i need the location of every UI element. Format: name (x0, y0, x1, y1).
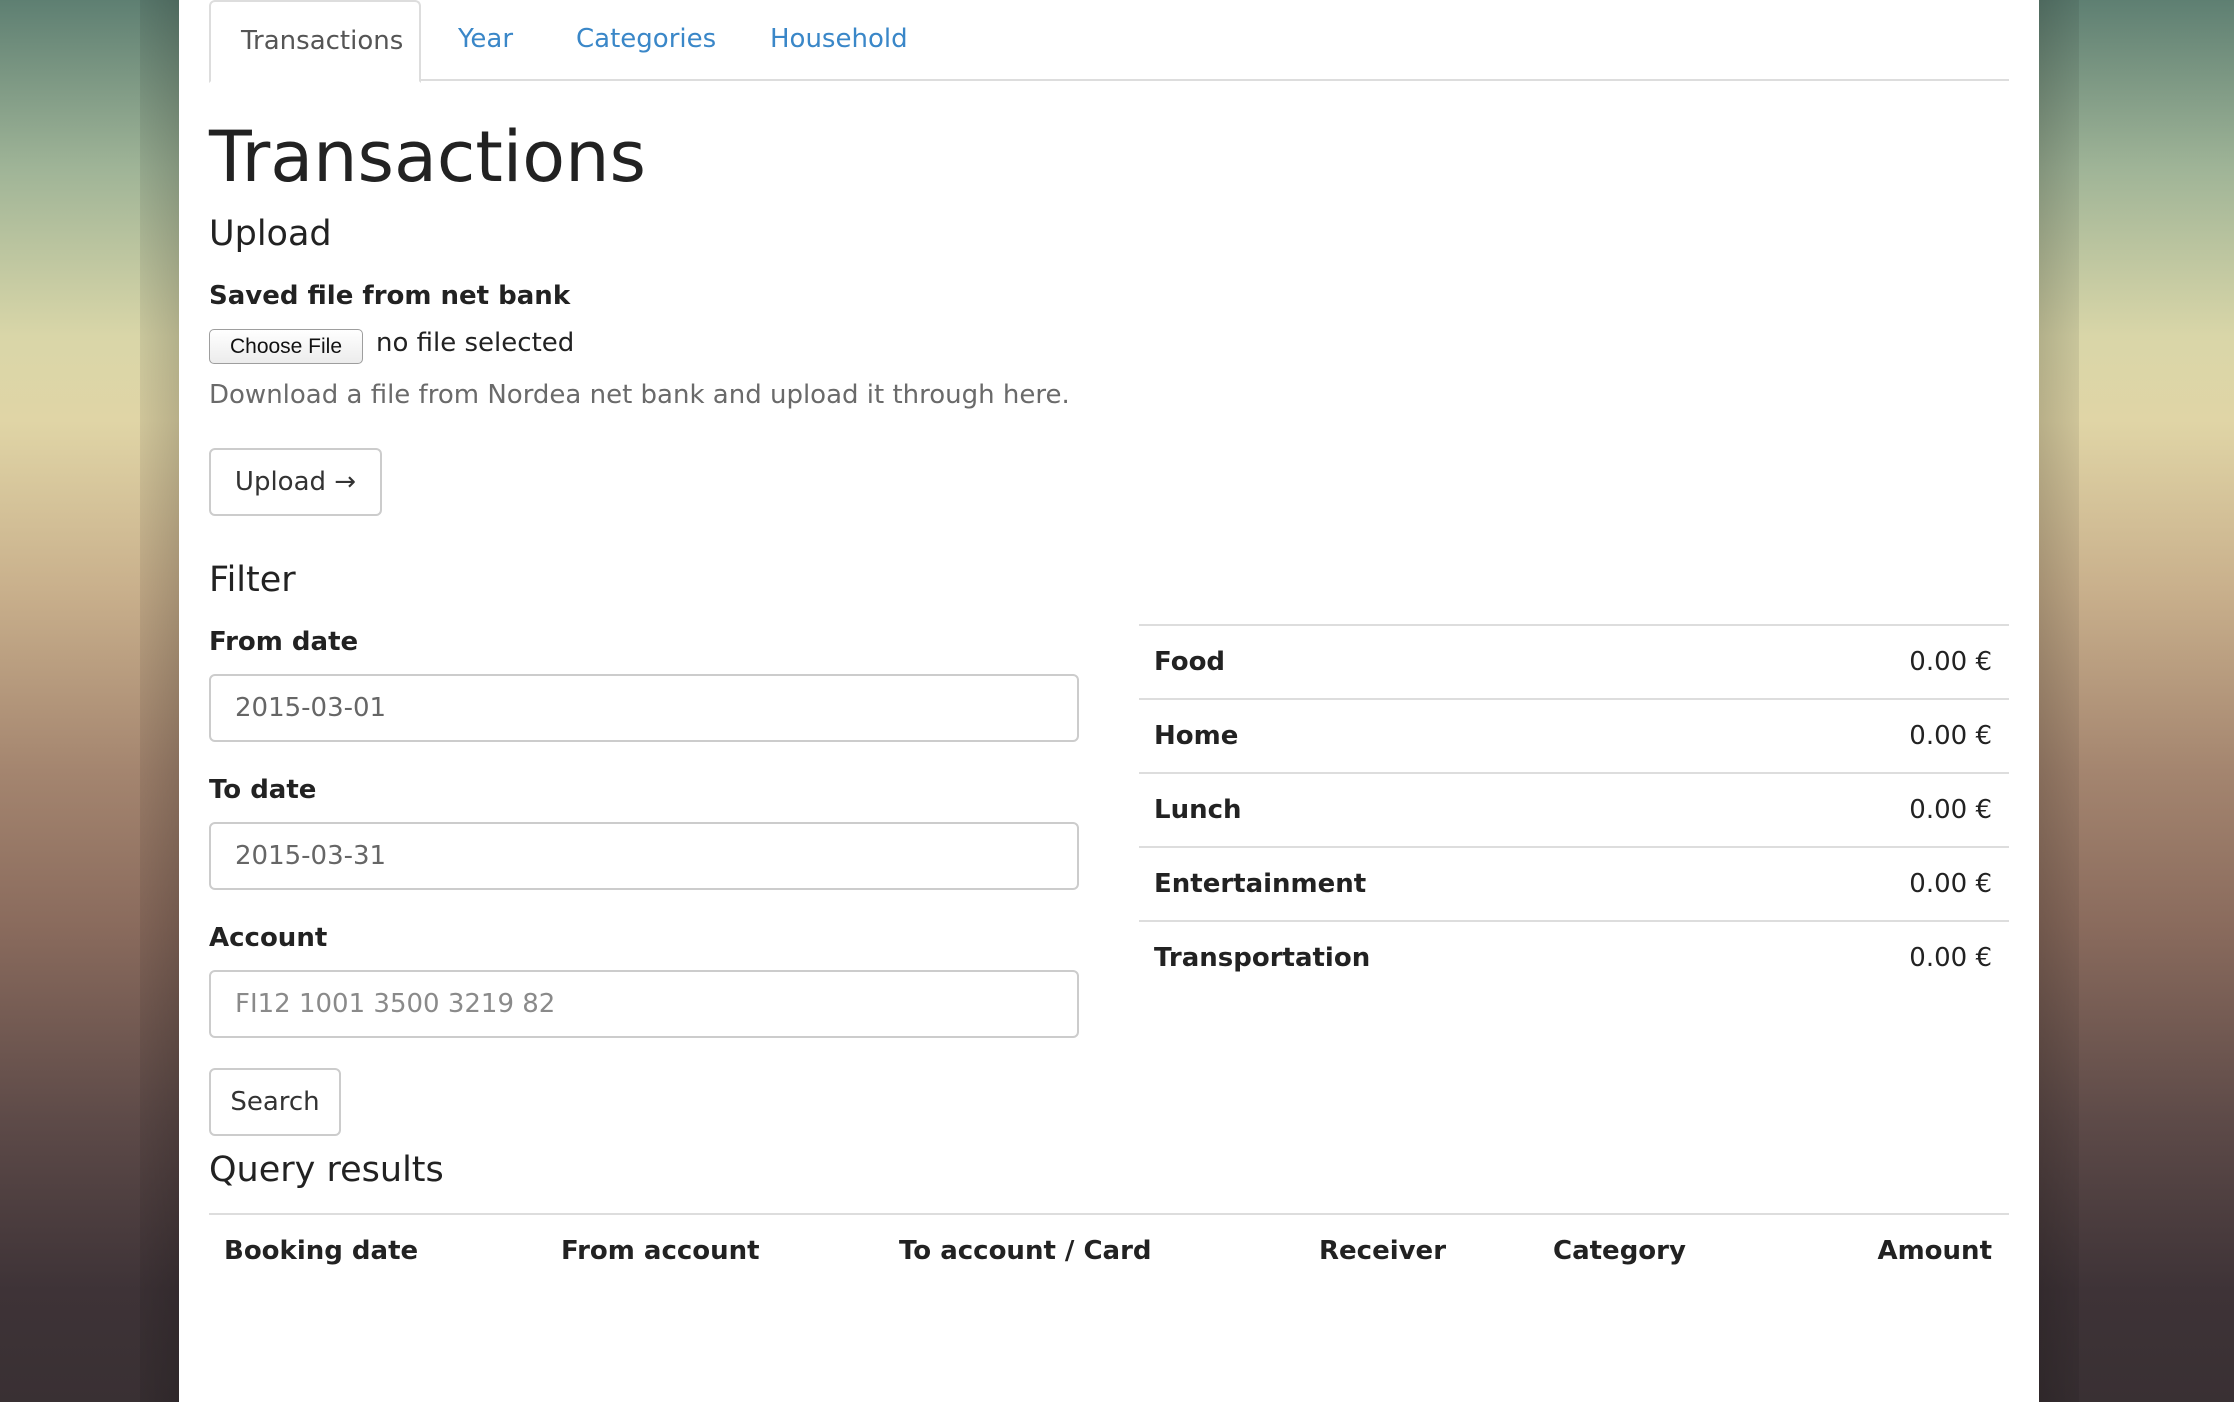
main-container: Transactions Year Categories Household T… (179, 0, 2039, 1402)
category-row: Transportation 0.00 € (1139, 920, 2009, 994)
column-category[interactable]: Category (1553, 1215, 1686, 1287)
upload-button[interactable]: Upload → (209, 448, 382, 516)
upload-heading: Upload (209, 214, 332, 254)
page-title: Transactions (209, 116, 646, 198)
file-label: Saved file from net bank (209, 281, 571, 311)
upload-help-text: Download a file from Nordea net bank and… (209, 380, 1070, 410)
filter-heading: Filter (209, 560, 296, 600)
category-row: Home 0.00 € (1139, 698, 2009, 772)
nav-tabs: Transactions Year Categories Household (209, 0, 2009, 83)
file-status: no file selected (376, 328, 575, 358)
category-amount: 0.00 € (1909, 795, 1992, 825)
tab-year[interactable]: Year (458, 0, 513, 81)
background-shade-left (140, 0, 180, 1402)
column-booking-date[interactable]: Booking date (224, 1215, 418, 1287)
category-name: Home (1154, 721, 1239, 751)
choose-file-button[interactable]: Choose File (209, 329, 363, 364)
tab-household[interactable]: Household (770, 0, 908, 81)
search-button[interactable]: Search (209, 1068, 341, 1136)
category-amount: 0.00 € (1909, 943, 1992, 973)
background-shade-right (2039, 0, 2079, 1402)
category-name: Food (1154, 647, 1226, 677)
category-name: Transportation (1154, 943, 1371, 973)
category-totals-table: Food 0.00 € Home 0.00 € Lunch 0.00 € Ent… (1139, 624, 2009, 994)
category-amount: 0.00 € (1909, 647, 1992, 677)
account-label: Account (209, 923, 328, 953)
category-amount: 0.00 € (1909, 869, 1992, 899)
tab-categories[interactable]: Categories (576, 0, 716, 81)
category-row: Lunch 0.00 € (1139, 772, 2009, 846)
column-from-account[interactable]: From account (561, 1215, 760, 1287)
from-date-label: From date (209, 627, 359, 657)
category-amount: 0.00 € (1909, 721, 1992, 751)
column-receiver[interactable]: Receiver (1319, 1215, 1446, 1287)
column-to-account-card[interactable]: To account / Card (899, 1215, 1152, 1287)
column-amount[interactable]: Amount (1877, 1215, 1992, 1287)
to-date-label: To date (209, 775, 317, 805)
from-date-input[interactable]: 2015-03-01 (209, 674, 1079, 742)
category-name: Lunch (1154, 795, 1242, 825)
category-name: Entertainment (1154, 869, 1367, 899)
category-row: Food 0.00 € (1139, 624, 2009, 698)
category-row: Entertainment 0.00 € (1139, 846, 2009, 920)
results-heading: Query results (209, 1150, 444, 1190)
to-date-input[interactable]: 2015-03-31 (209, 822, 1079, 890)
tab-transactions[interactable]: Transactions (209, 0, 421, 83)
results-table-header: Booking date From account To account / C… (209, 1213, 2009, 1289)
account-input[interactable]: FI12 1001 3500 3219 82 (209, 970, 1079, 1038)
